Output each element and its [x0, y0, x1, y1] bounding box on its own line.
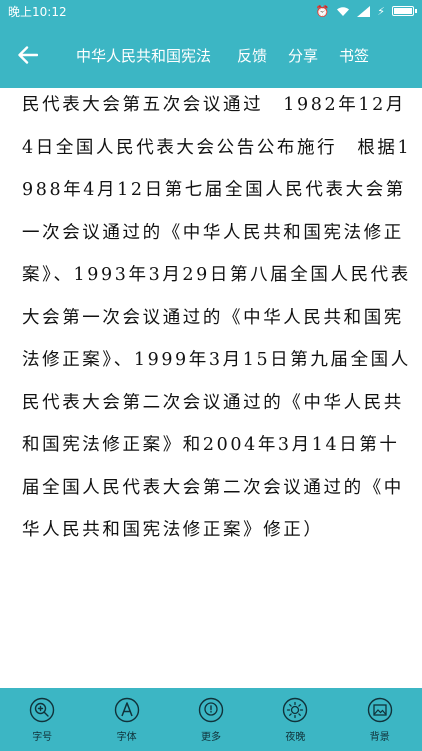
font-label: 字体 — [116, 731, 137, 743]
status-icons: ⏰ ⚡ — [315, 4, 417, 18]
back-button[interactable] — [0, 22, 56, 88]
status-bar: 晚上10:12 ⏰ ⚡ — [0, 0, 422, 22]
toolbar: 中华人民共和国宪法 反馈 分享 书签 — [0, 22, 422, 88]
font-size-label: 字号 — [32, 731, 53, 743]
article-text: 民代表大会第五次会议通过 1982年12月4日全国人民代表大会公告公布施行 根据… — [22, 95, 412, 540]
alarm-icon: ⏰ — [315, 4, 330, 18]
charging-icon: ⚡ — [377, 4, 385, 18]
night-label: 夜晚 — [285, 731, 306, 743]
background-label: 背景 — [369, 731, 390, 743]
font-size-button[interactable]: 字号 — [12, 697, 72, 743]
status-time: 晚上10:12 — [8, 4, 67, 19]
night-mode-button[interactable]: 夜晚 — [265, 697, 325, 743]
share-button[interactable]: 分享 — [288, 45, 318, 66]
battery-icon — [392, 6, 417, 16]
sun-icon — [283, 697, 308, 722]
signal-icon — [357, 5, 371, 17]
image-icon — [367, 697, 392, 722]
more-label: 更多 — [200, 731, 221, 743]
wifi-icon — [337, 6, 350, 16]
bottom-toolbar: 字号 字体 更多 夜晚 背景 — [0, 688, 422, 751]
more-icon — [198, 697, 224, 722]
font-button[interactable]: 字体 — [97, 697, 157, 743]
more-button[interactable]: 更多 — [181, 697, 241, 743]
zoom-icon — [29, 697, 55, 722]
background-button[interactable]: 背景 — [350, 697, 410, 743]
article-content[interactable]: 民代表大会第五次会议通过 1982年12月4日全国人民代表大会公告公布施行 根据… — [0, 88, 422, 688]
page-title: 中华人民共和国宪法 — [76, 46, 212, 65]
feedback-button[interactable]: 反馈 — [237, 45, 267, 66]
back-arrow-icon — [18, 46, 38, 64]
font-a-icon — [114, 697, 139, 722]
bookmark-button[interactable]: 书签 — [339, 45, 369, 66]
